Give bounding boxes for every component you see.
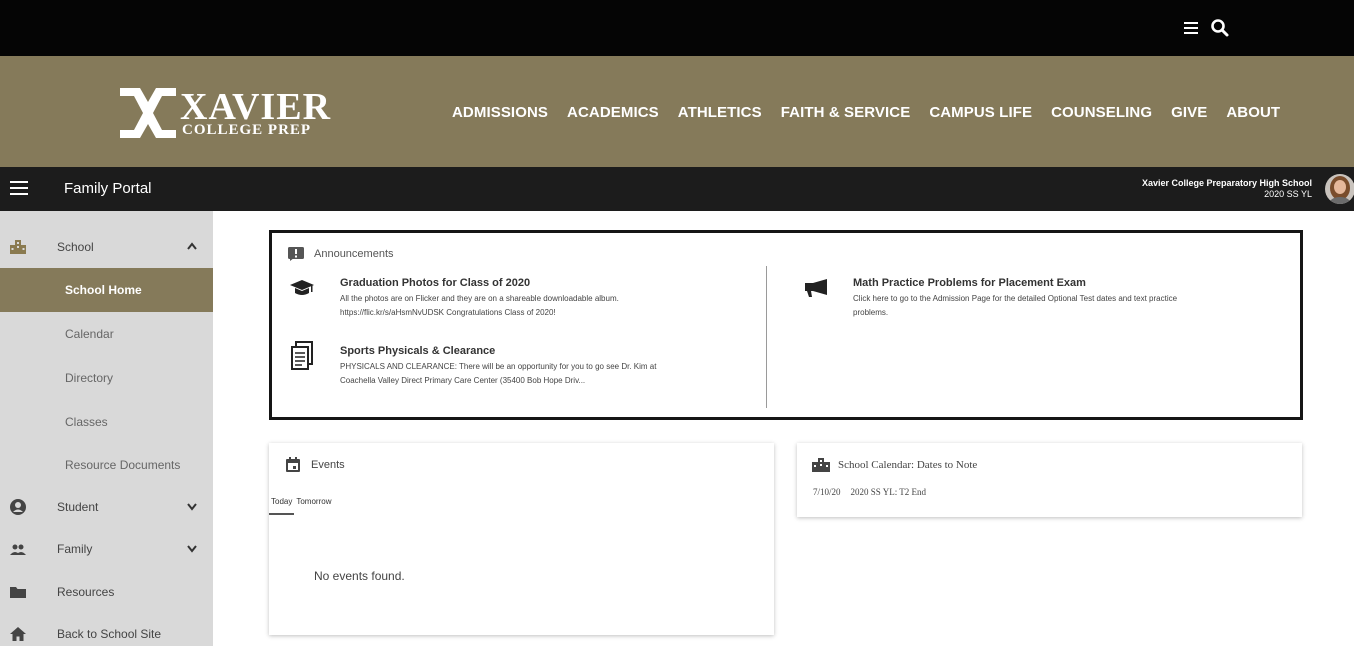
- sidebar-item-calendar[interactable]: Calendar: [0, 312, 213, 356]
- sidebar-item-label: Resources: [57, 585, 115, 599]
- sidebar-item-school-home[interactable]: School Home: [0, 268, 213, 312]
- folder-icon: [10, 587, 26, 598]
- portal-header: Family Portal Xavier College Preparatory…: [0, 167, 1354, 211]
- sidebar-item-label: Family: [57, 542, 93, 556]
- calendar-entry-date: 7/10/20: [813, 487, 841, 497]
- sidebar-item-label: Back to School Site: [57, 627, 162, 641]
- logo-x-mark: [120, 88, 176, 138]
- user-photo-icon: [1325, 174, 1354, 204]
- document-icon: [291, 341, 313, 370]
- building-icon: [812, 458, 830, 472]
- logo-text-xavier: XAVIER: [180, 86, 332, 128]
- top-utility-bar: [0, 0, 1354, 56]
- nav-counseling[interactable]: COUNSELING: [1051, 104, 1152, 121]
- sidebar-item-label: Calendar: [65, 327, 114, 341]
- sidebar-item-label: Student: [57, 500, 99, 514]
- announcement-body: All the photos are on Flicker and they a…: [340, 292, 619, 320]
- logo-text-college-prep: COLLEGE PREP: [182, 122, 312, 138]
- sidebar-item-label: Classes: [65, 415, 108, 429]
- events-tabs: Today Tomorrow: [269, 495, 333, 515]
- announcement-line: problems.: [853, 308, 889, 317]
- announcement-item[interactable]: Sports Physicals & Clearance PHYSICALS A…: [288, 341, 758, 395]
- sidebar-item-resources[interactable]: Resources: [0, 570, 213, 614]
- school-name: Xavier College Preparatory High School: [1141, 178, 1312, 188]
- nav-academics[interactable]: ACADEMICS: [567, 104, 659, 121]
- nav-athletics[interactable]: ATHLETICS: [678, 104, 762, 121]
- home-icon: [10, 627, 26, 641]
- school-calendar-title: School Calendar: Dates to Note: [838, 459, 978, 471]
- building-icon: [10, 240, 26, 254]
- chevron-up-icon[interactable]: [186, 241, 198, 251]
- announcement-line: All the photos are on Flicker and they a…: [340, 294, 619, 303]
- sidebar-item-directory[interactable]: Directory: [0, 356, 213, 400]
- school-info[interactable]: Xavier College Preparatory High School 2…: [1142, 178, 1312, 200]
- announcement-line: PHYSICALS AND CLEARANCE: There will be a…: [340, 362, 657, 371]
- nav-admissions[interactable]: ADMISSIONS: [452, 104, 548, 121]
- sidebar-item-student[interactable]: Student: [0, 485, 213, 529]
- announcement-title[interactable]: Sports Physicals & Clearance: [340, 345, 495, 357]
- chevron-down-icon[interactable]: [186, 501, 198, 511]
- tab-today[interactable]: Today: [269, 495, 295, 515]
- events-title: Events: [311, 459, 345, 471]
- announcement-line: https://flic.kr/s/aHsmNvUDSK Congratulat…: [340, 308, 556, 317]
- announcements-title: Announcements: [314, 248, 394, 260]
- user-circle-icon: [10, 499, 26, 515]
- school-year: 2020 SS YL: [1264, 189, 1312, 199]
- announcement-line: Click here to go to the Admission Page f…: [853, 294, 1178, 303]
- sidebar-item-back-to-school-site[interactable]: Back to School Site: [0, 612, 213, 656]
- nav-give[interactable]: GIVE: [1171, 104, 1207, 121]
- sidebar-item-label: School: [57, 240, 94, 254]
- school-logo[interactable]: XAVIER COLLEGE PREP: [120, 88, 360, 144]
- nav-faith-service[interactable]: FAITH & SERVICE: [781, 104, 911, 121]
- announcements-panel: Announcements Graduation Photos for Clas…: [269, 230, 1303, 420]
- announcement-body: Click here to go to the Admission Page f…: [853, 292, 1177, 320]
- sidebar-item-resource-documents[interactable]: Resource Documents: [0, 443, 213, 487]
- announcement-item[interactable]: Graduation Photos for Class of 2020 All …: [288, 277, 758, 327]
- calendar-icon: [286, 457, 300, 472]
- portal-title: Family Portal: [64, 180, 152, 197]
- search-icon[interactable]: [1210, 18, 1230, 38]
- brand-header: XAVIER COLLEGE PREP ADMISSIONS ACADEMICS…: [0, 56, 1354, 167]
- announcement-title[interactable]: Graduation Photos for Class of 2020: [340, 277, 530, 289]
- announcement-line: Coachella Valley Direct Primary Care Cen…: [340, 376, 586, 385]
- chevron-down-icon[interactable]: [186, 543, 198, 553]
- sidebar-item-classes[interactable]: Classes: [0, 400, 213, 444]
- graduation-cap-icon: [290, 280, 314, 295]
- main-navigation: ADMISSIONS ACADEMICS ATHLETICS FAITH & S…: [452, 104, 1280, 121]
- sidebar-item-label: Resource Documents: [65, 458, 181, 472]
- nav-about[interactable]: ABOUT: [1226, 104, 1280, 121]
- avatar[interactable]: [1325, 174, 1354, 204]
- announcement-item[interactable]: Math Practice Problems for Placement Exa…: [801, 277, 1291, 327]
- sidebar-item-family[interactable]: Family: [0, 527, 213, 571]
- calendar-entry-text: 2020 SS YL: T2 End: [850, 487, 927, 497]
- events-empty-message: No events found.: [314, 569, 405, 583]
- alert-icon: [288, 247, 304, 261]
- sidebar-item-school[interactable]: School: [0, 225, 213, 269]
- sidebar-item-label: Directory: [65, 371, 114, 385]
- nav-campus-life[interactable]: CAMPUS LIFE: [929, 104, 1032, 121]
- megaphone-icon: [805, 279, 827, 297]
- announcements-divider: [766, 266, 767, 408]
- people-icon: [10, 544, 26, 555]
- announcement-title[interactable]: Math Practice Problems for Placement Exa…: [853, 277, 1086, 289]
- sidebar: School School Home Calendar Directory Cl…: [0, 211, 213, 646]
- sidebar-item-label: School Home: [65, 283, 142, 297]
- sidebar-toggle-icon[interactable]: [10, 181, 28, 195]
- school-calendar-header: School Calendar: Dates to Note: [812, 457, 977, 473]
- announcements-header: Announcements: [288, 247, 394, 261]
- announcement-body: PHYSICALS AND CLEARANCE: There will be a…: [340, 360, 656, 388]
- calendar-entry[interactable]: 7/10/20 2020 SS YL: T2 End: [813, 487, 926, 497]
- events-card: Events Today Tomorrow No events found.: [269, 443, 774, 635]
- school-calendar-card: School Calendar: Dates to Note 7/10/20 2…: [797, 443, 1302, 517]
- hamburger-icon[interactable]: [1184, 22, 1198, 34]
- events-header: Events: [285, 457, 345, 473]
- tab-tomorrow[interactable]: Tomorrow: [294, 495, 333, 515]
